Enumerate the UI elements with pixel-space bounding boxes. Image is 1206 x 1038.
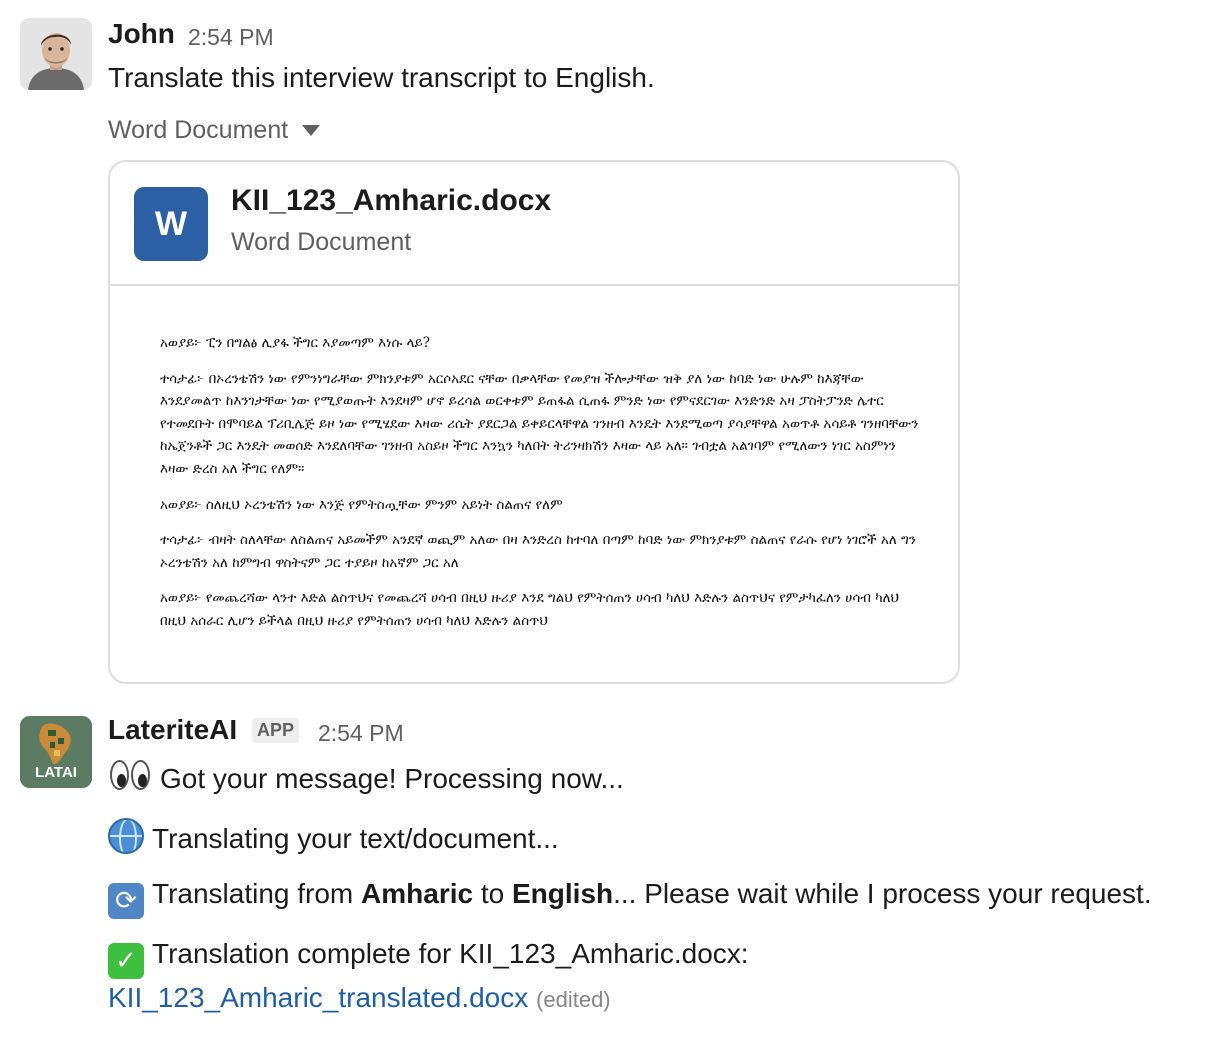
preview-paragraph: አወያይ፦ ፒን በግልፅ ሊያፋ ችግር እያመጣም እነሱ ላይ? <box>160 335 431 351</box>
edited-marker: (edited) <box>536 987 611 1012</box>
attachment-toggle[interactable]: Word Document <box>108 116 321 145</box>
document-preview[interactable]: አወያይ፦ ፒን በግልፅ ሊያፋ ችግር እያመጣም እነሱ ላይ? ተሳታፊ… <box>160 332 920 646</box>
message-text: Translate this interview transcript to E… <box>108 62 655 93</box>
globe-icon <box>108 818 144 854</box>
status-line-languages: ⟳ Translating from Amharic to English... … <box>108 878 1152 919</box>
word-document-icon: W <box>134 187 208 261</box>
status-line-complete: ✓ Translation complete for KII_123_Amhari… <box>108 938 749 979</box>
message-john: John 2:54 PM Translate this interview tr… <box>0 0 1206 690</box>
avatar-text: LATAI <box>35 764 77 781</box>
check-mark-icon: ✓ <box>108 943 144 979</box>
refresh-icon: ⟳ <box>108 883 144 919</box>
line-to: to <box>473 878 512 909</box>
eyes-icon <box>108 758 152 794</box>
author-name[interactable]: LateriteAI <box>108 714 237 746</box>
file-type: Word Document <box>231 228 412 256</box>
status-line-translating: Translating your text/document... <box>108 818 559 855</box>
preview-paragraph: አወያይ፦ ስለዚህ ኦረንቴሽን ነው እንጅ የምትስጧቸው ምንም አይነ… <box>160 496 563 513</box>
file-header[interactable]: W KII_123_Amharic.docx Word Document <box>110 162 958 286</box>
timestamp[interactable]: 2:54 PM <box>318 720 404 747</box>
line-prefix: Translating from <box>152 878 362 909</box>
avatar-lateriteai[interactable]: LATAI <box>20 716 92 788</box>
author-name[interactable]: John <box>108 18 175 50</box>
result-line: KII_123_Amharic_translated.docx (edited) <box>108 982 611 1014</box>
attachment-label: Word Document <box>108 116 289 144</box>
caret-down-icon <box>302 125 321 136</box>
translated-file-link[interactable]: KII_123_Amharic_translated.docx <box>108 982 528 1013</box>
file-attachment-card[interactable]: W KII_123_Amharic.docx Word Document አወያ… <box>108 160 960 684</box>
preview-paragraph: ተሳታፊ፦ በኦረንቴሽን ነው የምንነግራቸው ምክንያቱም አርሶአደር … <box>160 370 919 477</box>
timestamp[interactable]: 2:54 PM <box>188 24 274 51</box>
line-text: Got your message! Processing now... <box>160 763 624 794</box>
message-lateriteai: LATAI LateriteAI APP 2:54 PM Got your me… <box>0 714 1206 1034</box>
app-badge: APP <box>252 718 300 743</box>
source-language: Amharic <box>361 878 474 909</box>
avatar-john[interactable] <box>20 18 92 90</box>
target-language: English <box>512 878 614 909</box>
line-text: Translating your text/document... <box>152 823 559 854</box>
status-line-received: Got your message! Processing now... <box>108 758 624 795</box>
preview-paragraph: አወያይ፦ የመጨረሻው ላንተ እድል ልስጥህና የመጨረሻ ሀሳብ በዚህ… <box>160 590 900 629</box>
file-name[interactable]: KII_123_Amharic.docx <box>231 184 551 218</box>
preview-paragraph: ተሳታፊ፦ ብዛት ስለላቸው ለስልጠና አይመችም አንደኛ ወጪም አለው… <box>160 532 916 571</box>
line-suffix: ... Please wait while I process your req… <box>613 878 1152 909</box>
line-text: Translation complete for KII_123_Amharic… <box>152 938 749 969</box>
